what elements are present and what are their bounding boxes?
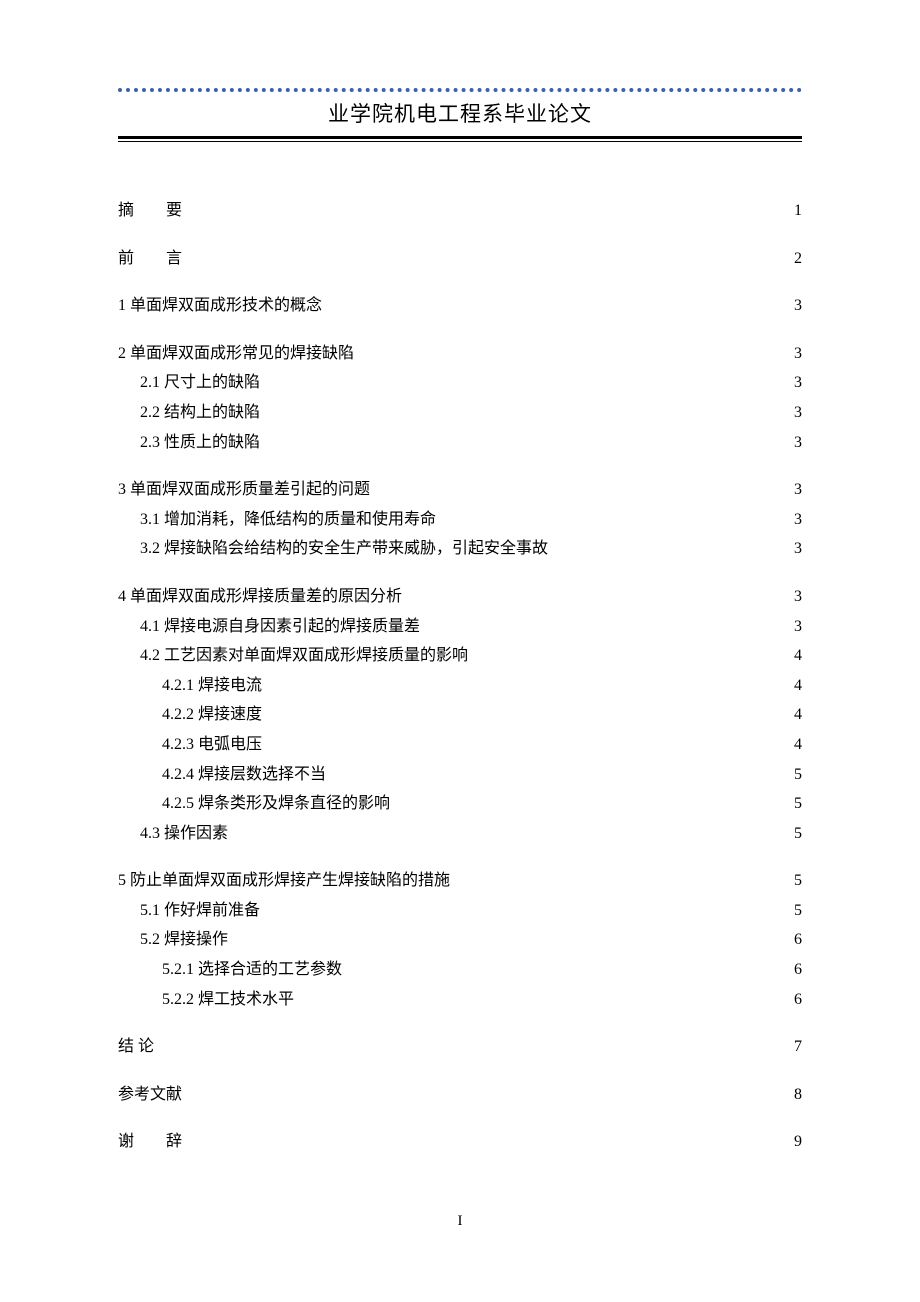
toc-entry: 4.2.3 电弧电压 4 xyxy=(118,732,802,758)
toc-entry: 3.2 焊接缺陷会给结构的安全生产带来威胁，引起安全事故 3 xyxy=(118,536,802,562)
toc-entry-label: 2 单面焊双面成形常见的焊接缺陷 xyxy=(118,341,354,367)
toc-entry-page: 5 xyxy=(788,868,802,894)
toc-entry: 1 单面焊双面成形技术的概念 3 xyxy=(118,293,802,319)
toc-entry: 谢 辞 9 xyxy=(118,1129,802,1155)
toc-entry: 结 论 7 xyxy=(118,1034,802,1060)
toc-entry-page: 6 xyxy=(788,957,802,983)
toc-entry-page: 4 xyxy=(788,673,802,699)
toc-entry: 5.2.1 选择合适的工艺参数 6 xyxy=(118,957,802,983)
table-of-contents: 摘 要 1 前 言 2 1 单面焊双面成形技术的概念 3 2 单面焊双面成形常见的焊接缺陷 3… xyxy=(118,198,802,1155)
toc-entry-label: 1 单面焊双面成形技术的概念 xyxy=(118,293,322,319)
toc-entry-page: 3 xyxy=(788,507,802,533)
toc-entry-page: 3 xyxy=(788,341,802,367)
toc-entry-label: 5.2.2 焊工技术水平 xyxy=(118,987,294,1013)
toc-entry: 4.2 工艺因素对单面焊双面成形焊接质量的影响 4 xyxy=(118,643,802,669)
toc-entry-page: 4 xyxy=(788,732,802,758)
toc-entry-page: 3 xyxy=(788,293,802,319)
toc-entry-page: 5 xyxy=(788,762,802,788)
toc-entry: 5 防止单面焊双面成形焊接产生焊接缺陷的措施 5 xyxy=(118,868,802,894)
toc-entry: 前 言 2 xyxy=(118,246,802,272)
toc-entry-label: 4.1 焊接电源自身因素引起的焊接质量差 xyxy=(118,614,420,640)
toc-entry: 3 单面焊双面成形质量差引起的问题 3 xyxy=(118,477,802,503)
toc-entry-page: 2 xyxy=(788,246,802,272)
toc-entry-page: 8 xyxy=(788,1082,802,1108)
toc-entry-page: 5 xyxy=(788,821,802,847)
toc-entry: 4.2.2 焊接速度 4 xyxy=(118,702,802,728)
toc-entry: 4.3 操作因素 5 xyxy=(118,821,802,847)
header-title: 业学院机电工程系毕业论文 xyxy=(118,94,802,136)
toc-entry-label: 结 论 xyxy=(118,1034,154,1060)
toc-entry: 2.2 结构上的缺陷 3 xyxy=(118,400,802,426)
toc-entry-label: 5.2.1 选择合适的工艺参数 xyxy=(118,957,342,983)
header-dotted-rule xyxy=(118,88,802,92)
toc-entry: 5.2 焊接操作 6 xyxy=(118,927,802,953)
toc-entry-label: 4.2.2 焊接速度 xyxy=(118,702,262,728)
toc-entry-page: 4 xyxy=(788,702,802,728)
toc-entry-label: 摘 要 xyxy=(118,198,196,224)
toc-entry: 5.2.2 焊工技术水平 6 xyxy=(118,987,802,1013)
toc-entry: 4 单面焊双面成形焊接质量差的原因分析 3 xyxy=(118,584,802,610)
toc-entry-label: 参考文献 xyxy=(118,1082,182,1108)
toc-entry-label: 2.1 尺寸上的缺陷 xyxy=(118,370,260,396)
toc-entry-label: 5.1 作好焊前准备 xyxy=(118,898,260,924)
toc-entry: 2.1 尺寸上的缺陷 3 xyxy=(118,370,802,396)
toc-entry-page: 9 xyxy=(788,1129,802,1155)
toc-entry-page: 3 xyxy=(788,430,802,456)
toc-entry-label: 3 单面焊双面成形质量差引起的问题 xyxy=(118,477,370,503)
toc-entry-page: 4 xyxy=(788,643,802,669)
toc-entry: 4.1 焊接电源自身因素引起的焊接质量差 3 xyxy=(118,614,802,640)
toc-entry-page: 3 xyxy=(788,614,802,640)
toc-entry-label: 4.2.5 焊条类形及焊条直径的影响 xyxy=(118,791,390,817)
header-double-rule xyxy=(118,136,802,142)
toc-entry-page: 6 xyxy=(788,927,802,953)
toc-entry-page: 3 xyxy=(788,477,802,503)
toc-entry-label: 4.3 操作因素 xyxy=(118,821,228,847)
toc-entry: 3.1 增加消耗，降低结构的质量和使用寿命 3 xyxy=(118,507,802,533)
page: 业学院机电工程系毕业论文 摘 要1前 言21 单面焊双面成形技术的概念32 单面… xyxy=(0,0,920,1215)
toc-entry: 参考文献 8 xyxy=(118,1082,802,1108)
toc-entry-label: 4 单面焊双面成形焊接质量差的原因分析 xyxy=(118,584,402,610)
toc-entry-label: 4.2.4 焊接层数选择不当 xyxy=(118,762,326,788)
toc-entry-page: 3 xyxy=(788,370,802,396)
toc-entry: 4.2.1 焊接电流 4 xyxy=(118,673,802,699)
toc-entry: 2 单面焊双面成形常见的焊接缺陷 3 xyxy=(118,341,802,367)
toc-entry-label: 2.3 性质上的缺陷 xyxy=(118,430,260,456)
toc-entry-label: 5.2 焊接操作 xyxy=(118,927,228,953)
page-number: I xyxy=(0,1213,920,1230)
toc-entry: 5.1 作好焊前准备 5 xyxy=(118,898,802,924)
toc-entry-label: 5 防止单面焊双面成形焊接产生焊接缺陷的措施 xyxy=(118,868,450,894)
toc-entry-page: 5 xyxy=(788,791,802,817)
toc-entry-page: 6 xyxy=(788,987,802,1013)
toc-entry-label: 4.2.1 焊接电流 xyxy=(118,673,262,699)
toc-entry-page: 3 xyxy=(788,536,802,562)
toc-entry-page: 7 xyxy=(788,1034,802,1060)
toc-entry-label: 3.2 焊接缺陷会给结构的安全生产带来威胁，引起安全事故 xyxy=(118,536,548,562)
toc-entry-page: 5 xyxy=(788,898,802,924)
toc-entry: 摘 要 1 xyxy=(118,198,802,224)
toc-entry-label: 3.1 增加消耗，降低结构的质量和使用寿命 xyxy=(118,507,436,533)
toc-entry: 4.2.4 焊接层数选择不当 5 xyxy=(118,762,802,788)
toc-entry: 4.2.5 焊条类形及焊条直径的影响 5 xyxy=(118,791,802,817)
page-header: 业学院机电工程系毕业论文 xyxy=(118,88,802,142)
toc-entry: 2.3 性质上的缺陷 3 xyxy=(118,430,802,456)
toc-entry-label: 前 言 xyxy=(118,246,196,272)
toc-entry-label: 谢 辞 xyxy=(118,1129,196,1155)
toc-entry-page: 1 xyxy=(788,198,802,224)
toc-entry-page: 3 xyxy=(788,584,802,610)
toc-entry-label: 2.2 结构上的缺陷 xyxy=(118,400,260,426)
toc-entry-label: 4.2.3 电弧电压 xyxy=(118,732,262,758)
toc-entry-page: 3 xyxy=(788,400,802,426)
toc-entry-label: 4.2 工艺因素对单面焊双面成形焊接质量的影响 xyxy=(118,643,468,669)
